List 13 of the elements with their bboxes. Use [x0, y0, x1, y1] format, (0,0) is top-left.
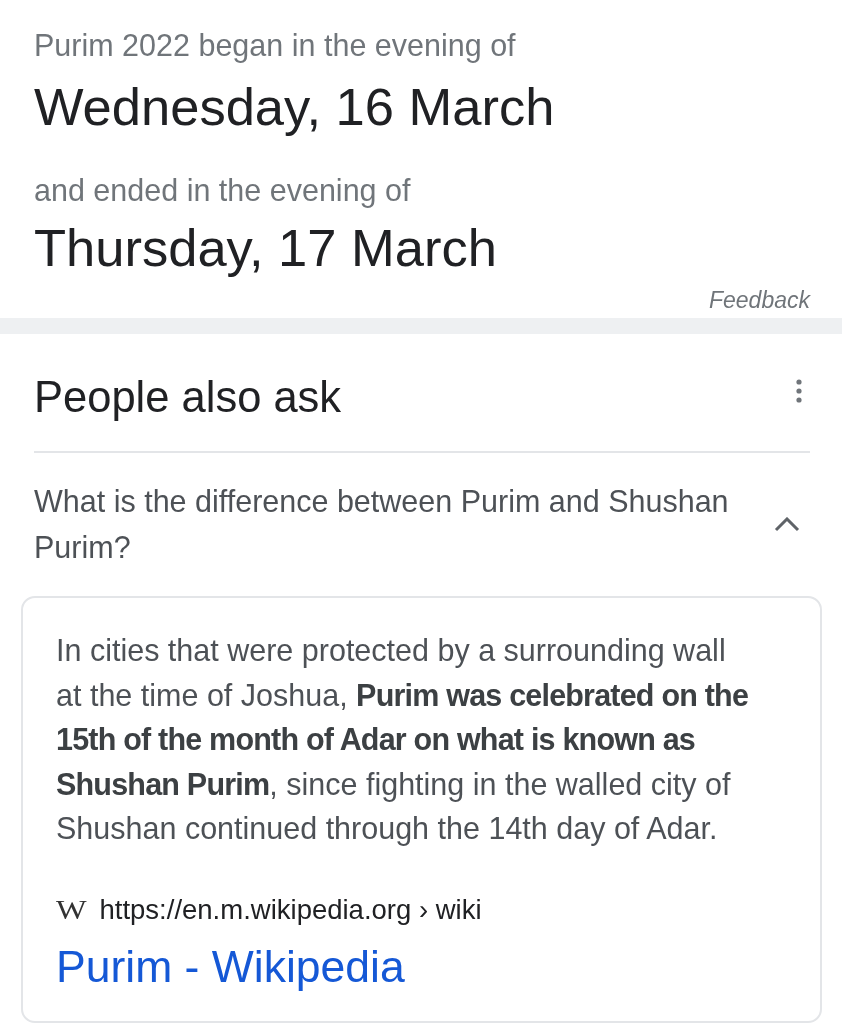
- source-url: https://en.m.wikipedia.org › wiki: [99, 894, 482, 925]
- result-title-link[interactable]: Purim - Wikipedia: [56, 942, 405, 991]
- feedback-link[interactable]: Feedback: [709, 286, 810, 314]
- site-favicon-icon: W: [56, 897, 87, 922]
- question-text[interactable]: What is the difference between Purim and Shushan Purim?: [34, 478, 754, 570]
- section-heading: People also ask: [34, 373, 342, 421]
- chevron-up-icon[interactable]: [774, 516, 800, 532]
- start-date: Wednesday, 16 March: [34, 77, 555, 137]
- start-label: Purim 2022 began in the evening of: [34, 27, 516, 63]
- answer-text: In cities that were protected by a surrounding wall at the time of Joshua, Purim was celebrated on the 15th of the month of Adar on what is known as Shushan Purim, since fighting in the walled city of Shushan continued through the 14th day of Adar.: [56, 632, 750, 848]
- end-label: and ended in the evening of: [34, 172, 411, 208]
- more-options-icon[interactable]: [794, 379, 804, 403]
- end-date: Thursday, 17 March: [34, 218, 497, 278]
